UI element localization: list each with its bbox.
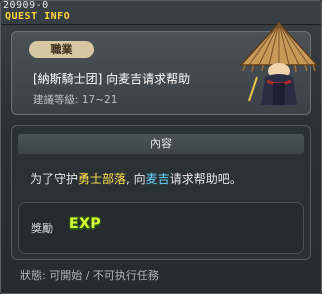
quest-status: 狀態: 可開始 / 不可执行任務	[20, 269, 159, 282]
reward-label: 獎勵	[31, 222, 53, 235]
desc-highlight-location: 勇士部落	[78, 172, 127, 186]
job-badge: 職業	[29, 41, 94, 58]
recommended-level: 建議等級: 17~21	[33, 94, 118, 106]
reward-box: 獎勵 EXP	[18, 202, 304, 254]
quest-description: 为了守护勇士部落, 向麦吉请求帮助吧。	[30, 170, 242, 187]
desc-prefix: 为了守护	[30, 172, 79, 186]
exp-icon[interactable]: EXP	[69, 216, 101, 232]
window-title: QUEST INFO	[5, 11, 71, 22]
desc-highlight-npc: 麦吉	[145, 172, 170, 186]
desc-middle: , 向	[126, 172, 146, 186]
npc-portrait-icon	[239, 21, 319, 105]
quest-name: [納斯騎士团] 向麦吉请求帮助	[33, 72, 191, 86]
quest-id: 20909-0	[3, 0, 49, 11]
content-header: 內容	[18, 134, 304, 154]
desc-suffix: 请求帮助吧。	[169, 172, 242, 186]
quest-info-window: 20909-0 QUEST INFO 職業 [納斯騎士团] 向麦吉请求帮助 建議…	[0, 0, 322, 294]
content-panel: 內容 为了守护勇士部落, 向麦吉请求帮助吧。 獎勵 EXP	[11, 125, 311, 260]
